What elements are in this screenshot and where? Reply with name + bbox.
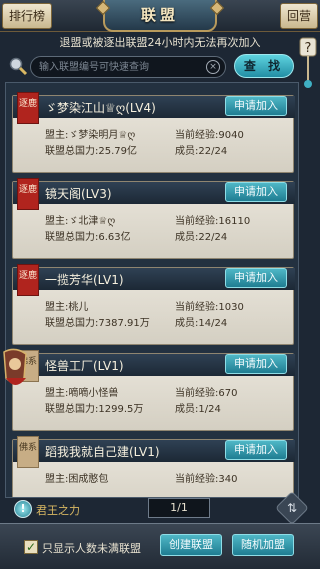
alliance-name: 怪兽工厂(LV1) bbox=[45, 359, 124, 373]
alliance-exp: 当前经验:340 bbox=[175, 474, 238, 485]
alliance-members: 成员:22/24 bbox=[175, 146, 228, 157]
alliance-members: 成员:22/24 bbox=[175, 232, 228, 243]
random-join-button[interactable]: 随机加盟 bbox=[232, 534, 294, 556]
apply-join-button[interactable]: 申请加入 bbox=[225, 354, 287, 374]
search-icon bbox=[9, 57, 28, 76]
alliance-name: 一揽芳华(LV1) bbox=[45, 273, 124, 287]
sort-arrows-icon: ⇅ bbox=[286, 501, 298, 515]
page-indicator: 1/1 bbox=[148, 498, 210, 518]
page-title: 联盟 bbox=[103, 0, 217, 32]
apply-join-button[interactable]: 申请加入 bbox=[225, 182, 287, 202]
alliance-leader: 盟主:桃儿 bbox=[45, 302, 89, 313]
search-field: × bbox=[30, 56, 226, 78]
alliance-leader: 盟主:困成憨包 bbox=[45, 474, 109, 485]
alliance-card: 逐鹿 ゞ梦染江山♕ღ(LV4) 申请加入 盟主:ゞ梦染明月♕ღ 当前经验:904… bbox=[12, 92, 295, 173]
apply-join-button[interactable]: 申请加入 bbox=[225, 96, 287, 116]
top-header: 排行榜 联盟 回营 bbox=[0, 0, 320, 32]
apply-join-button[interactable]: 申请加入 bbox=[225, 440, 287, 460]
alliance-members: 成员:1/24 bbox=[175, 404, 221, 415]
alliance-card: 佛系 蹈我我就自己建(LV1) 申请加入 盟主:困成憨包 当前经验:340 bbox=[12, 436, 295, 497]
alliance-leader: 盟主:ゞ北津♕ღ bbox=[45, 216, 116, 227]
alliance-exp: 当前经验:670 bbox=[175, 388, 238, 399]
alliance-card: 逐鹿 镜天阁(LV3) 申请加入 盟主:ゞ北津♕ღ 当前经验:16110 联盟总… bbox=[12, 178, 295, 259]
alliance-list[interactable]: 逐鹿 ゞ梦染江山♕ღ(LV4) 申请加入 盟主:ゞ梦染明月♕ღ 当前经验:904… bbox=[5, 82, 299, 498]
rejoin-notice: 退盟或被逐出联盟24小时内无法再次加入 bbox=[59, 36, 261, 49]
alliance-members: 成员:14/24 bbox=[175, 318, 228, 329]
alliance-power: 联盟总国力:25.79亿 bbox=[45, 146, 137, 157]
alliance-name: 蹈我我就自己建(LV1) bbox=[45, 445, 160, 459]
alliance-leader: 盟主:ゞ梦染明月♕ღ bbox=[45, 130, 136, 141]
alliance-tag: 逐鹿 bbox=[17, 178, 39, 210]
alliance-leader: 盟主:嘀嘀小怪兽 bbox=[45, 388, 119, 399]
alliance-name: ゞ梦染江山♕ღ(LV4) bbox=[45, 101, 156, 115]
alliance-exp: 当前经验:16110 bbox=[175, 216, 251, 227]
alliance-card: 逐鹿 一揽芳华(LV1) 申请加入 盟主:桃儿 当前经验:1030 联盟总国力:… bbox=[12, 264, 295, 345]
filter-not-full-checkbox[interactable]: ✓ bbox=[24, 540, 38, 554]
alliance-card: 佛系 怪兽工厂(LV1) 申请加入 盟主:嘀嘀小怪兽 当前经验:670 联盟总国… bbox=[12, 350, 295, 431]
leaderboard-button[interactable]: 排行榜 bbox=[2, 3, 52, 29]
find-button[interactable]: 查 找 bbox=[234, 54, 294, 78]
alliance-exp: 当前经验:9040 bbox=[175, 130, 244, 141]
leader-portrait-icon bbox=[3, 348, 27, 385]
filter-not-full-label: 只显示人数未满联盟 bbox=[42, 542, 141, 555]
alliance-power: 联盟总国力:6.63亿 bbox=[45, 232, 131, 243]
back-to-camp-button[interactable]: 回营 bbox=[280, 3, 318, 29]
alliance-exp: 当前经验:1030 bbox=[175, 302, 244, 313]
alliance-tag: 佛系 bbox=[17, 436, 39, 468]
alliance-power: 联盟总国力:1299.5万 bbox=[45, 404, 144, 415]
alliance-power: 联盟总国力:7387.91万 bbox=[45, 318, 150, 329]
info-icon: ! bbox=[14, 500, 32, 518]
alliance-tag: 逐鹿 bbox=[17, 92, 39, 124]
search-input[interactable] bbox=[39, 59, 203, 75]
bottom-bar: ✓ 只显示人数未满联盟 创建联盟 随机加盟 bbox=[0, 523, 320, 569]
alliance-name: 镜天阁(LV3) bbox=[45, 187, 112, 201]
create-alliance-button[interactable]: 创建联盟 bbox=[160, 534, 222, 556]
apply-join-button[interactable]: 申请加入 bbox=[225, 268, 287, 288]
clear-search-icon[interactable]: × bbox=[206, 60, 220, 74]
search-row: × 查 找 bbox=[0, 54, 320, 80]
king-power-label: 君王之力 bbox=[36, 504, 80, 517]
alliance-tag: 逐鹿 bbox=[17, 264, 39, 296]
